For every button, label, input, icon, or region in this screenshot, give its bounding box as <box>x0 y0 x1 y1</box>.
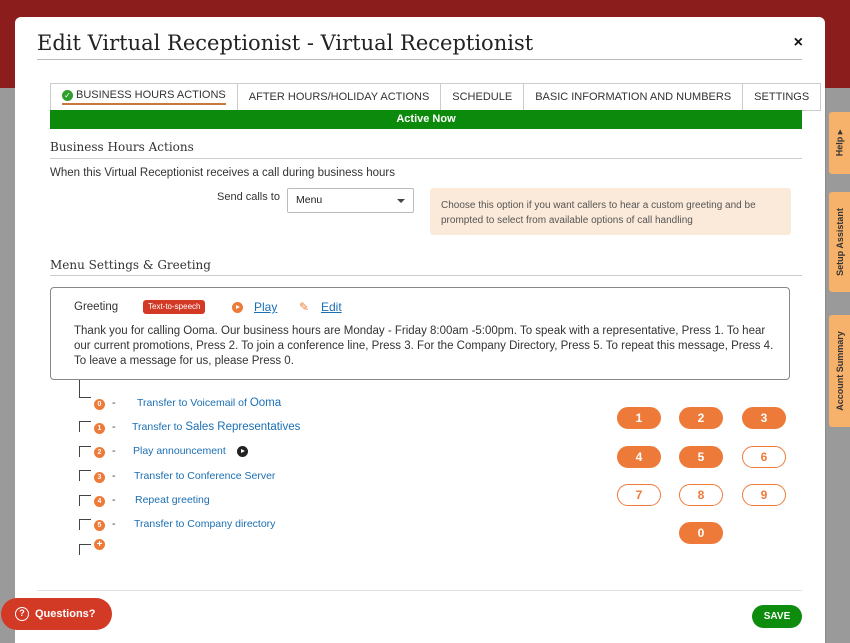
option-number-badge: 4 <box>94 496 105 507</box>
setup-tab-label: Setup Assistant <box>834 208 845 276</box>
keypad-key-8[interactable]: 8 <box>679 484 723 506</box>
edit-receptionist-modal: Edit Virtual Receptionist - Virtual Rece… <box>15 17 825 643</box>
option-action: Transfer to Company directory <box>134 518 276 530</box>
tab-label: SETTINGS <box>754 91 810 103</box>
account-tab-label: Account Summary <box>834 331 845 411</box>
play-announcement-icon[interactable] <box>237 446 248 457</box>
option-separator: - <box>112 421 116 433</box>
tab-schedule[interactable]: SCHEDULE <box>440 83 524 111</box>
menu-option-4-link[interactable]: Repeat greeting <box>135 494 210 506</box>
save-button[interactable]: SAVE <box>752 605 802 628</box>
menu-settings-heading: Menu Settings & Greeting <box>50 258 211 272</box>
option-number-badge: 2 <box>94 447 105 458</box>
play-icon[interactable] <box>232 302 243 313</box>
tree-line <box>79 470 91 471</box>
tab-basic-information[interactable]: BASIC INFORMATION AND NUMBERS <box>523 83 743 111</box>
questions-button[interactable]: ? Questions? <box>1 598 112 630</box>
tab-label: AFTER HOURS/HOLIDAY ACTIONS <box>248 91 430 103</box>
option-separator: - <box>112 397 116 409</box>
option-action: Transfer to <box>132 421 183 433</box>
option-separator: - <box>112 470 116 482</box>
play-greeting-link[interactable]: Play <box>254 300 277 314</box>
keypad-key-0[interactable]: 0 <box>679 522 723 544</box>
keypad-key-3[interactable]: 3 <box>742 407 786 429</box>
keypad-key-5[interactable]: 5 <box>679 446 723 468</box>
chevron-down-icon <box>397 199 405 203</box>
menu-option-3-link[interactable]: Transfer to Conference Server <box>134 470 275 482</box>
business-hours-description: When this Virtual Receptionist receives … <box>50 167 395 179</box>
keypad-key-6[interactable]: 6 <box>742 446 786 468</box>
account-summary-side-tab[interactable]: Account Summary <box>829 315 850 427</box>
background-left <box>0 88 15 643</box>
close-button[interactable]: × <box>794 34 803 52</box>
tab-settings[interactable]: SETTINGS <box>742 83 822 111</box>
modal-title: Edit Virtual Receptionist - Virtual Rece… <box>37 31 534 55</box>
menu-option-2-link[interactable]: Play announcement <box>133 445 226 457</box>
send-calls-label: Send calls to <box>217 191 280 203</box>
section-divider <box>50 158 802 159</box>
check-icon: ✓ <box>62 89 73 101</box>
option-number-badge: 0 <box>94 399 105 410</box>
option-action: Transfer to Conference Server <box>134 470 276 482</box>
keypad-key-7[interactable]: 7 <box>617 484 661 506</box>
tree-line <box>79 519 80 530</box>
option-action: Transfer to Voicemail of <box>137 397 247 409</box>
option-separator: - <box>112 494 116 506</box>
option-separator: - <box>112 518 116 530</box>
keypad-key-9[interactable]: 9 <box>742 484 786 506</box>
tree-line <box>79 446 91 447</box>
tree-line <box>79 544 91 545</box>
greeting-label: Greeting <box>74 301 119 313</box>
questions-label: Questions? <box>35 608 96 620</box>
text-to-speech-badge: Text-to-speech <box>143 300 206 314</box>
business-hours-heading: Business Hours Actions <box>50 140 194 154</box>
option-target: Ooma <box>249 397 282 409</box>
question-icon: ? <box>15 607 29 621</box>
greeting-panel: Greeting Text-to-speech Play ✎ Edit Than… <box>50 287 790 380</box>
tree-line <box>79 495 91 496</box>
tab-label: BASIC INFORMATION AND NUMBERS <box>535 91 732 103</box>
tree-line <box>79 519 91 520</box>
option-number-badge: 5 <box>94 520 105 531</box>
send-calls-value: Menu <box>296 194 323 206</box>
menu-option-1-link[interactable]: Transfer to Sales Representatives <box>132 421 300 433</box>
tree-line <box>79 421 80 432</box>
option-action: Play announcement <box>133 445 226 457</box>
pencil-icon[interactable]: ✎ <box>299 300 309 314</box>
active-now-banner: Active Now <box>50 110 802 129</box>
option-target: Sales Representatives <box>185 421 301 433</box>
menu-option-5-link[interactable]: Transfer to Company directory <box>134 518 275 530</box>
tree-line <box>79 495 80 506</box>
tree-line <box>79 421 91 422</box>
keypad-key-4[interactable]: 4 <box>617 446 661 468</box>
send-calls-hint: Choose this option if you want callers t… <box>430 188 791 235</box>
footer-divider <box>37 590 802 591</box>
tab-business-hours-actions[interactable]: ✓ BUSINESS HOURS ACTIONS <box>50 83 237 111</box>
tree-line <box>79 446 80 457</box>
tree-line <box>79 544 80 555</box>
help-tab-label: Help ▸ <box>834 129 844 157</box>
section-divider <box>50 275 802 276</box>
option-action: Repeat greeting <box>135 494 210 506</box>
tree-line <box>79 470 80 481</box>
add-option-icon[interactable]: + <box>94 539 105 550</box>
keypad-key-1[interactable]: 1 <box>617 407 661 429</box>
help-side-tab[interactable]: Help ▸ <box>829 112 850 174</box>
greeting-text: Thank you for calling Ooma. Our business… <box>74 325 774 367</box>
option-separator: - <box>112 445 116 457</box>
menu-option-0-link[interactable]: Transfer to Voicemail of Ooma <box>137 397 281 409</box>
option-number-badge: 1 <box>94 423 105 434</box>
tab-label: BUSINESS HOURS ACTIONS <box>76 89 226 101</box>
setup-assistant-side-tab[interactable]: Setup Assistant <box>829 192 850 292</box>
tab-label: SCHEDULE <box>452 91 513 103</box>
option-number-badge: 3 <box>94 472 105 483</box>
title-divider <box>37 59 802 60</box>
send-calls-select[interactable]: Menu <box>287 188 414 213</box>
tab-bar: ✓ BUSINESS HOURS ACTIONS AFTER HOURS/HOL… <box>50 83 822 111</box>
keypad-key-2[interactable]: 2 <box>679 407 723 429</box>
edit-greeting-link[interactable]: Edit <box>321 300 342 314</box>
tab-after-hours-holiday-actions[interactable]: AFTER HOURS/HOLIDAY ACTIONS <box>236 83 441 111</box>
tree-line <box>79 397 91 398</box>
tree-line <box>79 380 80 397</box>
